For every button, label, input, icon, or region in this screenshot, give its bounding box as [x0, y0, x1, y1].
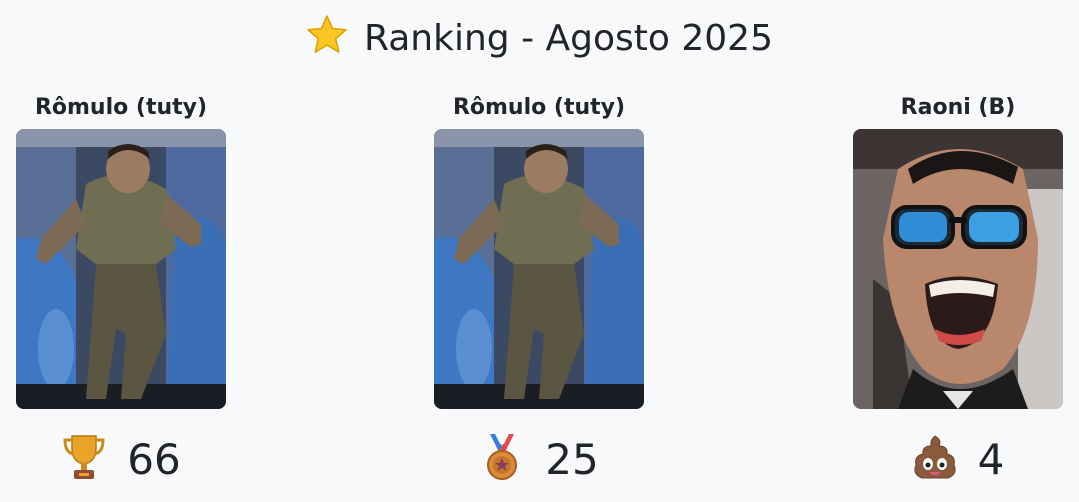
player-score-value: 4: [977, 435, 1005, 484]
ranking-card-second: Rômulo (tuty) 25: [419, 92, 659, 484]
pile-of-poo-icon: [914, 435, 956, 479]
player-score: 66: [1, 430, 241, 490]
player-photo[interactable]: [853, 129, 1063, 409]
ranking-card-first: Rômulo (tuty) 66: [1, 92, 241, 484]
bronze-medal-icon: [487, 434, 518, 480]
player-name: Rômulo (tuty): [452, 95, 626, 120]
player-score: 4: [838, 430, 1078, 490]
page-title: Ranking - Agosto 2025: [0, 14, 1079, 63]
player-name: Rômulo (tuty): [34, 95, 208, 120]
player-score: 25: [419, 430, 659, 490]
player-score-value: 66: [127, 435, 181, 484]
player-photo[interactable]: [434, 129, 644, 409]
page-title-text: Ranking - Agosto 2025: [364, 18, 773, 59]
trophy-icon: [63, 435, 105, 479]
player-photo[interactable]: [16, 129, 226, 409]
player-name: Raoni (B): [900, 95, 1016, 120]
player-score-value: 25: [545, 435, 599, 484]
star-icon: [307, 15, 347, 53]
ranking-card-third: Raoni (B) 4: [838, 92, 1078, 484]
